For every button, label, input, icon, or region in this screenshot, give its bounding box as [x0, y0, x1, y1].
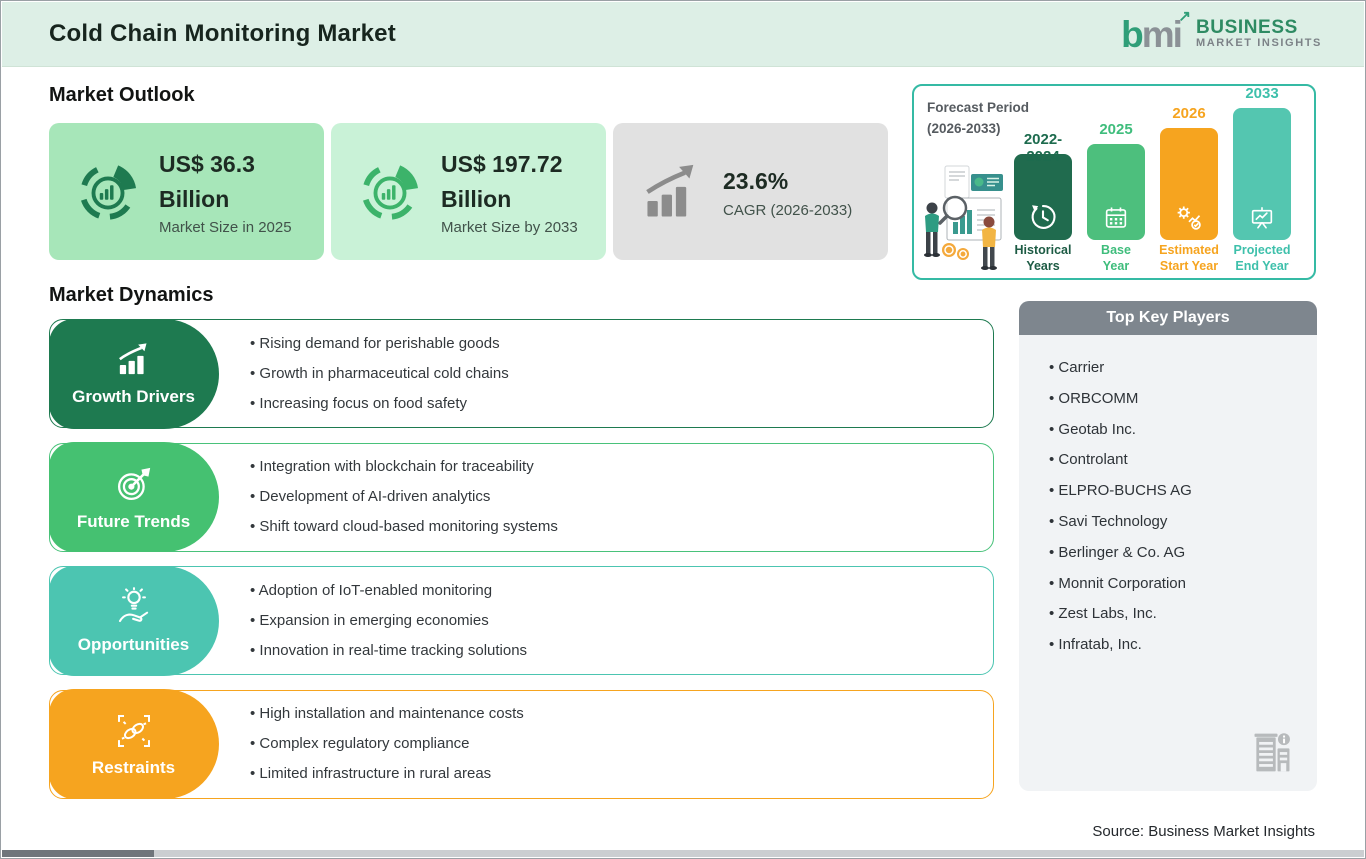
growth-bars-icon — [118, 343, 146, 375]
key-player-item: Carrier — [1049, 358, 1317, 377]
key-player-item: ELPRO-BUCHS AG — [1049, 481, 1317, 500]
market-dynamics-rows: Growth Drivers Rising demand for perisha… — [48, 318, 994, 813]
restraints-bullet: Limited infrastructure in rural areas — [250, 765, 993, 783]
projected-end-year-bar: 2033 Projected End Year — [1233, 85, 1291, 273]
restraints-row: Restraints High installation and mainten… — [48, 689, 994, 799]
restraints-bullet: High installation and maintenance costs — [250, 705, 993, 723]
chain-icon — [117, 714, 150, 747]
opportunities-bullet: Adoption of IoT-enabled monitoring — [250, 582, 993, 600]
analysts-illustration — [924, 165, 1003, 270]
company-logo: bmi ↗ BUSINESS MARKET INSIGHTS — [1121, 7, 1322, 55]
projected-end-year-label: Projected End Year — [1233, 243, 1291, 273]
cagr-value: 23.6% — [723, 168, 789, 195]
market-outlook-heading: Market Outlook — [49, 84, 195, 106]
growth-bars-icon — [646, 164, 694, 217]
logo-name-business: BUSINESS — [1195, 17, 1298, 39]
market-size-2025-value: US$ 36.3 Billion — [159, 151, 255, 212]
future-trends-pill: Future Trends — [48, 442, 219, 552]
source-attribution: Source: Business Market Insights — [1092, 823, 1315, 840]
estimated-start-year-label: Estimated Start Year — [1159, 243, 1219, 273]
key-player-item: Monnit Corporation — [1049, 574, 1317, 593]
bmi-logo-icon: bmi ↗ — [1121, 7, 1191, 55]
calendar-icon — [1087, 205, 1145, 231]
opportunities-row: Opportunities Adoption of IoT-enabled mo… — [48, 565, 994, 676]
horizontal-scrollbar[interactable] — [2, 850, 1364, 857]
building-icon — [1254, 733, 1290, 772]
market-size-2025-caption: Market Size in 2025 — [159, 219, 292, 236]
growth-drivers-row: Growth Drivers Rising demand for perisha… — [48, 318, 994, 429]
opportunities-label: Opportunities — [77, 635, 190, 654]
historical-years-bar: 2022-2024 Historical Years — [1014, 131, 1072, 273]
base-year-value: 2025 — [1099, 121, 1133, 138]
growth-drivers-label: Growth Drivers — [72, 387, 195, 406]
base-year-bar: 2025 Base Year — [1087, 121, 1145, 273]
key-players-list: Carrier ORBCOMM Geotab Inc. Controlant E… — [1019, 335, 1317, 654]
cagr-card: 23.6% CAGR (2026-2033) — [613, 123, 888, 260]
restraints-bullet: Complex regulatory compliance — [250, 735, 993, 753]
future-trends-bullet: Shift toward cloud-based monitoring syst… — [250, 518, 993, 536]
opportunities-pill: Opportunities — [48, 565, 219, 676]
donut-chart-icon — [363, 164, 419, 220]
future-trends-bullet: Integration with blockchain for traceabi… — [250, 458, 993, 476]
key-player-item: Controlant — [1049, 450, 1317, 469]
market-size-2025-card: US$ 36.3 Billion Market Size in 2025 — [49, 123, 324, 260]
bulb-hand-icon — [118, 587, 148, 623]
logo-name-market-insights: MARKET INSIGHTS — [1195, 37, 1322, 50]
key-player-item: Infratab, Inc. — [1049, 635, 1317, 654]
market-size-2033-value: US$ 197.72 Billion — [441, 151, 563, 212]
growth-drivers-pill: Growth Drivers — [48, 318, 219, 429]
market-size-2033-card: US$ 197.72 Billion Market Size by 2033 — [331, 123, 606, 260]
infographic-page: Cold Chain Monitoring Market bmi ↗ BUSINE… — [0, 0, 1366, 859]
restraints-label: Restraints — [91, 757, 176, 777]
presentation-icon — [1233, 205, 1291, 231]
outlook-cards: US$ 36.3 Billion Market Size in 2025 US$… — [49, 123, 888, 260]
key-player-item: ORBCOMM — [1049, 389, 1317, 408]
key-player-item: Zest Labs, Inc. — [1049, 604, 1317, 623]
cagr-caption: CAGR (2026-2033) — [723, 201, 853, 219]
market-dynamics-heading: Market Dynamics — [49, 284, 214, 306]
estimated-start-year-bar: 2026 Estimated Start Year — [1159, 105, 1219, 273]
future-trends-label: Future Trends — [76, 511, 191, 531]
opportunities-bullet: Expansion in emerging economies — [250, 612, 993, 630]
historical-years-range: 2022-2024 — [1023, 131, 1063, 165]
automation-icon — [1160, 203, 1218, 231]
market-size-2033-caption: Market Size by 2033 — [441, 219, 578, 236]
future-trends-row: Future Trends Integration with blockchai… — [48, 442, 994, 552]
base-year-label: Base Year — [1101, 243, 1131, 273]
estimated-start-year-value: 2026 — [1172, 105, 1206, 122]
top-key-players-panel: Top Key Players Carrier ORBCOMM Geotab I… — [1019, 301, 1317, 791]
historical-years-label: Historical Years — [1014, 243, 1072, 273]
page-title: Cold Chain Monitoring Market — [49, 20, 396, 47]
history-clock-icon — [1014, 203, 1072, 231]
restraints-pill: Restraints — [48, 689, 219, 799]
future-trends-bullet: Development of AI-driven analytics — [250, 488, 993, 506]
donut-chart-icon — [81, 164, 137, 220]
scrollbar-thumb[interactable] — [2, 850, 154, 857]
key-player-item: Geotab Inc. — [1049, 420, 1317, 439]
target-icon — [117, 467, 150, 500]
key-player-item: Berlinger & Co. AG — [1049, 543, 1317, 562]
growth-drivers-bullet: Increasing focus on food safety — [250, 395, 993, 413]
forecast-period-panel: Forecast Period (2026-2033) 2022-2024 Hi… — [912, 84, 1316, 280]
key-player-item: Savi Technology — [1049, 512, 1317, 531]
projected-end-year-value: 2033 — [1245, 85, 1279, 102]
top-key-players-heading: Top Key Players — [1019, 301, 1317, 335]
growth-drivers-bullet: Rising demand for perishable goods — [250, 335, 993, 353]
header-bar: Cold Chain Monitoring Market bmi ↗ BUSINE… — [2, 2, 1364, 67]
growth-drivers-bullet: Growth in pharmaceutical cold chains — [250, 365, 993, 383]
opportunities-bullet: Innovation in real-time tracking solutio… — [250, 642, 993, 660]
